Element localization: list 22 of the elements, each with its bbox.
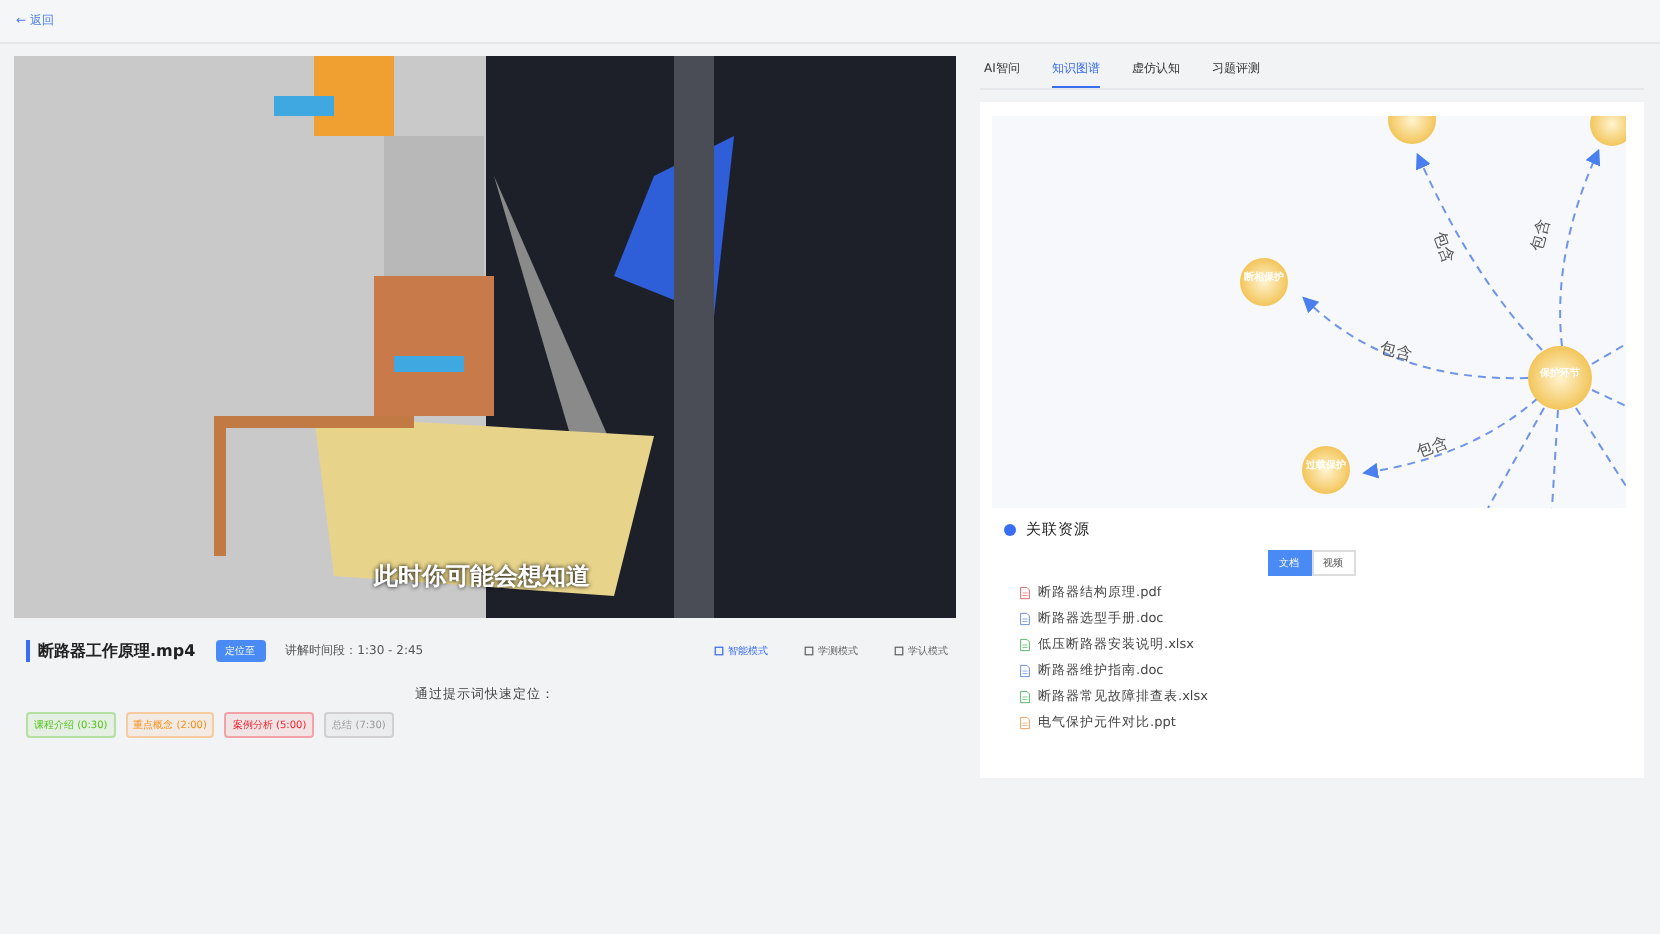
mode-icon bbox=[804, 645, 814, 655]
edge-label: 包含 bbox=[1413, 431, 1451, 463]
graph-node[interactable] bbox=[1528, 346, 1592, 410]
file-icon bbox=[1020, 612, 1030, 626]
file-icon bbox=[1020, 586, 1030, 600]
bullet-icon bbox=[1004, 524, 1016, 536]
file-icon bbox=[1020, 716, 1030, 730]
graph-node[interactable] bbox=[1388, 116, 1436, 144]
graph-node[interactable] bbox=[1590, 116, 1626, 146]
file-icon bbox=[1020, 690, 1030, 704]
edge-label: 包含 bbox=[1525, 216, 1555, 254]
edge-label: 包含 bbox=[1377, 336, 1415, 366]
graph-edge bbox=[1551, 409, 1559, 508]
file-icon bbox=[1020, 638, 1030, 652]
graph-node[interactable] bbox=[1302, 446, 1350, 494]
graph-node[interactable] bbox=[1240, 258, 1288, 306]
mode-icon bbox=[894, 645, 904, 655]
edge-label: 包含 bbox=[1428, 228, 1460, 266]
mode-icon bbox=[714, 645, 724, 655]
video-title: 断路器工作原理.mp4 bbox=[26, 639, 196, 661]
file-icon bbox=[1020, 664, 1030, 678]
video-subtitle: 此时你可能会想知道 bbox=[374, 560, 590, 594]
